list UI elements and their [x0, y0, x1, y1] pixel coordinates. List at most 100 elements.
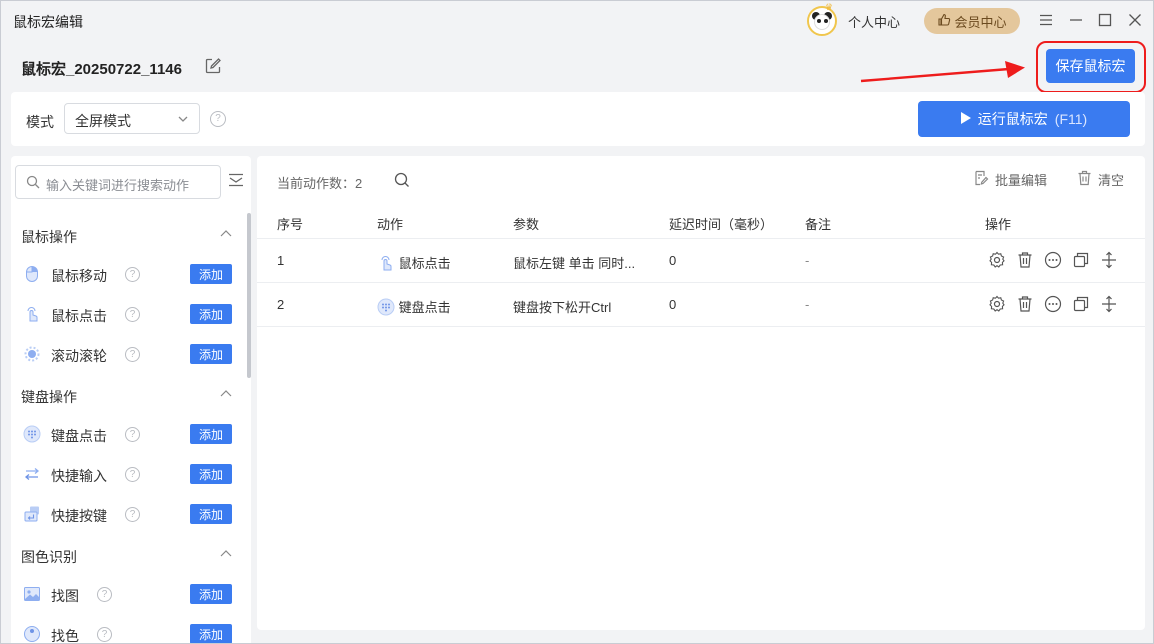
- scroll-wheel-icon: [23, 345, 41, 363]
- action-search-input[interactable]: 输入关键词进行搜索动作: [15, 165, 221, 199]
- keyboard-icon: [377, 298, 395, 316]
- row-note: -: [805, 297, 810, 312]
- help-icon[interactable]: ?: [125, 507, 140, 522]
- row-params: 鼠标左键 单击 同时...: [513, 256, 636, 271]
- row-note: -: [805, 253, 810, 268]
- chevron-up-icon[interactable]: [219, 548, 233, 563]
- row-delay: 0: [669, 297, 677, 312]
- run-macro-button[interactable]: 运行鼠标宏 (F11): [918, 101, 1130, 137]
- search-icon: [26, 175, 40, 192]
- help-icon[interactable]: ?: [125, 347, 140, 362]
- settings-gear-icon[interactable]: [988, 295, 1006, 313]
- thumbs-up-icon: [937, 13, 951, 30]
- chevron-up-icon[interactable]: [219, 228, 233, 243]
- play-icon: [960, 111, 971, 127]
- collapse-all-icon[interactable]: [228, 173, 244, 190]
- mouse-click-icon: [377, 254, 395, 272]
- settings-gear-icon[interactable]: [988, 251, 1006, 269]
- personal-center-link[interactable]: 个人中心: [848, 12, 900, 31]
- row-operations: [988, 295, 1118, 313]
- mode-help-icon[interactable]: ?: [210, 111, 226, 127]
- tool-mouse-move[interactable]: 鼠标移动 ? 添加: [23, 263, 233, 287]
- drag-move-icon[interactable]: [1100, 295, 1118, 313]
- title-bar: 鼠标宏编辑 ♛ 个人中心 会员中心: [1, 1, 1153, 41]
- maximize-icon[interactable]: [1096, 11, 1114, 29]
- trash-icon: [1077, 170, 1092, 189]
- help-icon[interactable]: ?: [125, 427, 140, 442]
- action-count-label: 当前动作数：2: [277, 176, 363, 191]
- mouse-move-icon: [23, 265, 41, 283]
- menu-icon[interactable]: [1037, 11, 1055, 29]
- group-keyboard-ops[interactable]: 键盘操作: [21, 387, 77, 407]
- more-options-icon[interactable]: [1044, 251, 1062, 269]
- search-icon[interactable]: [394, 172, 410, 191]
- batch-edit-button[interactable]: 批量编辑: [973, 170, 1047, 189]
- mode-select[interactable]: 全屏模式: [64, 103, 200, 134]
- vip-center-button[interactable]: 会员中心: [924, 8, 1020, 34]
- tool-label: 找色: [51, 628, 79, 644]
- clear-button[interactable]: 清空: [1077, 170, 1124, 189]
- edit-name-icon[interactable]: [204, 57, 222, 75]
- copy-icon[interactable]: [1072, 251, 1090, 269]
- tool-find-image[interactable]: 找图 ? 添加: [23, 583, 233, 607]
- add-button[interactable]: 添加: [190, 424, 232, 444]
- macro-name-row: 鼠标宏_20250722_1146 保存鼠标宏: [1, 41, 1153, 93]
- more-options-icon[interactable]: [1044, 295, 1062, 313]
- column-header-note: 备注: [805, 217, 832, 232]
- save-macro-button[interactable]: 保存鼠标宏: [1046, 49, 1135, 83]
- help-icon[interactable]: ?: [125, 467, 140, 482]
- keyboard-icon: [23, 425, 41, 443]
- delete-trash-icon[interactable]: [1016, 251, 1034, 269]
- add-button[interactable]: 添加: [190, 464, 232, 484]
- group-image-color-recognition[interactable]: 图色识别: [21, 547, 77, 567]
- find-color-icon: [23, 625, 41, 643]
- chevron-up-icon[interactable]: [219, 388, 233, 403]
- tool-mouse-click[interactable]: 鼠标点击 ? 添加: [23, 303, 233, 327]
- batch-edit-label: 批量编辑: [995, 173, 1048, 188]
- quick-input-icon: [23, 465, 41, 483]
- macro-editor-window: 鼠标宏编辑 ♛ 个人中心 会员中心 鼠标宏_20250722_1146 保存鼠标…: [0, 0, 1154, 644]
- add-button[interactable]: 添加: [190, 584, 232, 604]
- delete-trash-icon[interactable]: [1016, 295, 1034, 313]
- sidebar-scrollbar[interactable]: [247, 213, 251, 378]
- table-row[interactable]: 2 键盘点击 键盘按下松开Ctrl 0 -: [257, 283, 1145, 327]
- drag-move-icon[interactable]: [1100, 251, 1118, 269]
- table-row[interactable]: 1 鼠标点击 鼠标左键 单击 同时... 0 -: [257, 239, 1145, 283]
- row-params: 键盘按下松开Ctrl: [513, 300, 612, 315]
- tool-label: 鼠标移动: [51, 268, 107, 284]
- tool-quick-input[interactable]: 快捷输入 ? 添加: [23, 463, 233, 487]
- batch-edit-icon: [973, 170, 989, 189]
- help-icon[interactable]: ?: [125, 307, 140, 322]
- column-header-action: 动作: [377, 217, 404, 232]
- minimize-icon[interactable]: [1067, 11, 1085, 29]
- mode-bar: 模式 全屏模式 ? 运行鼠标宏 (F11): [11, 92, 1145, 146]
- column-header-delay: 延迟时间（毫秒）: [669, 217, 774, 232]
- add-button[interactable]: 添加: [190, 344, 232, 364]
- help-icon[interactable]: ?: [97, 587, 112, 602]
- mouse-click-icon: [23, 305, 41, 323]
- mode-select-value: 全屏模式: [75, 113, 131, 129]
- tool-find-color[interactable]: 找色 ? 添加: [23, 623, 233, 644]
- tool-label: 滚动滚轮: [51, 348, 107, 364]
- copy-icon[interactable]: [1072, 295, 1090, 313]
- add-button[interactable]: 添加: [190, 264, 232, 284]
- tool-hotkey[interactable]: 快捷按键 ? 添加: [23, 503, 233, 527]
- action-library-panel: 输入关键词进行搜索动作 鼠标操作 鼠标移动 ? 添加 鼠标点击 ? 添加 滚动滚…: [11, 156, 251, 644]
- chevron-down-icon: [177, 113, 189, 128]
- clear-label: 清空: [1098, 173, 1125, 188]
- tool-keyboard-click[interactable]: 键盘点击 ? 添加: [23, 423, 233, 447]
- tool-label: 鼠标点击: [51, 308, 107, 324]
- add-button[interactable]: 添加: [190, 624, 232, 643]
- tool-label: 快捷按键: [51, 508, 107, 524]
- close-icon[interactable]: [1126, 11, 1144, 29]
- row-action-label: 鼠标点击: [398, 256, 451, 271]
- help-icon[interactable]: ?: [97, 627, 112, 642]
- tool-scroll-wheel[interactable]: 滚动滚轮 ? 添加: [23, 343, 233, 367]
- row-action: 键盘点击: [377, 297, 451, 316]
- annotation-arrow: [860, 61, 1025, 83]
- add-button[interactable]: 添加: [190, 504, 232, 524]
- help-icon[interactable]: ?: [125, 267, 140, 282]
- add-button[interactable]: 添加: [190, 304, 232, 324]
- group-mouse-ops[interactable]: 鼠标操作: [21, 227, 77, 247]
- row-operations: [988, 251, 1118, 269]
